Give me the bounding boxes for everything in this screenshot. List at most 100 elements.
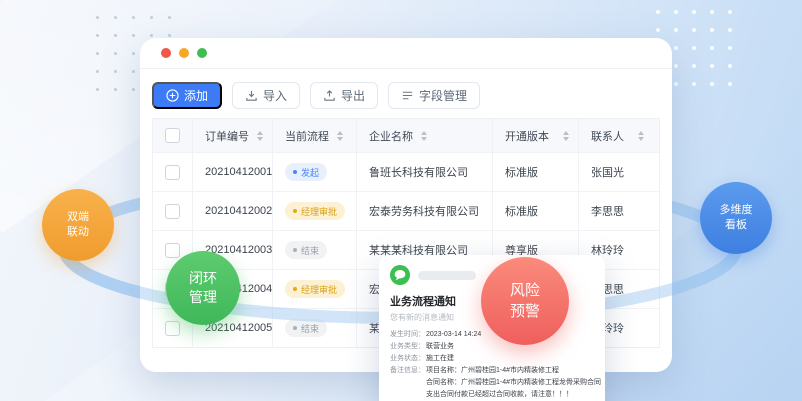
notification-field-row: 备注信息：项目名称：广州碧桂园1-4#市内精装修工程	[390, 365, 594, 377]
export-button-label: 导出	[341, 87, 365, 104]
status-badge: 经理审批	[285, 202, 345, 220]
decor-dot	[150, 16, 153, 19]
decor-dot	[710, 64, 714, 68]
decor-dot	[132, 88, 135, 91]
field-label	[390, 377, 426, 389]
status-badge: 结束	[285, 319, 327, 337]
table-row: 20210412002 经理审批 宏泰劳务科技有限公司 标准版 李思思	[153, 191, 659, 230]
column-header-order[interactable]: 订单编号	[193, 119, 273, 152]
decor-dot	[728, 28, 732, 32]
decor-dot	[710, 10, 714, 14]
sender-placeholder	[418, 271, 476, 280]
field-value: 2023-03-14 14:24	[426, 329, 481, 341]
sort-icon	[421, 131, 427, 141]
field-value: 施工在建	[426, 353, 454, 365]
decor-dot	[728, 10, 732, 14]
cell-version: 标准版	[493, 192, 579, 230]
sort-icon	[638, 131, 644, 141]
field-label	[390, 389, 426, 401]
decor-dot	[168, 16, 171, 19]
decor-dot	[674, 46, 678, 50]
notification-field-row: 支出合同付款已经超过合同收款，请注意！！！	[390, 389, 594, 401]
sort-icon	[563, 131, 569, 141]
decor-dot	[656, 10, 660, 14]
notification-field-row: 业务状态：施工在建	[390, 353, 594, 365]
notification-field-row: 合同名称：广州碧桂园1-4#市内精装修工程龙骨采购合同	[390, 377, 594, 389]
column-header-process[interactable]: 当前流程	[273, 119, 357, 152]
decor-dot	[728, 64, 732, 68]
cell-current-process: 发起	[273, 153, 357, 191]
add-button[interactable]: 添加	[152, 82, 222, 109]
table-row: 20210412001 发起 鲁班长科技有限公司 标准版 张国光	[153, 152, 659, 191]
feature-bubble-dual-link: 双端 联动	[42, 189, 114, 261]
notification-field-row: 业务类型：联营业务	[390, 341, 594, 353]
decor-dot	[114, 16, 117, 19]
cell-current-process: 结束	[273, 231, 357, 269]
decor-dot	[692, 28, 696, 32]
decor-dot	[132, 70, 135, 73]
status-dot-icon	[293, 170, 297, 174]
cell-order-number: 20210412001	[193, 153, 273, 191]
decor-dot	[132, 34, 135, 37]
sort-icon	[337, 131, 343, 141]
status-badge: 发起	[285, 163, 327, 181]
status-badge: 结束	[285, 241, 327, 259]
zoom-window-icon[interactable]	[197, 48, 207, 58]
notification-fields: 发生时间：2023-03-14 14:24业务类型：联营业务业务状态：施工在建备…	[390, 329, 594, 401]
field-value: 项目名称：广州碧桂园1-4#市内精装修工程	[426, 365, 559, 377]
status-dot-icon	[293, 248, 297, 252]
decor-dot	[674, 28, 678, 32]
decor-dot	[728, 82, 732, 86]
decor-dot	[96, 34, 99, 37]
column-header-version[interactable]: 开通版本	[493, 119, 579, 152]
cell-current-process: 经理审批	[273, 270, 357, 308]
decor-dot	[674, 10, 678, 14]
status-dot-icon	[293, 209, 297, 213]
row-checkbox[interactable]	[165, 243, 180, 258]
field-value: 支出合同付款已经超过合同收款，请注意！！！	[426, 389, 573, 401]
import-button-label: 导入	[263, 87, 287, 104]
table-header-row: 订单编号 当前流程 企业名称 开通版本 联系人	[153, 119, 659, 152]
status-dot-icon	[293, 326, 297, 330]
status-badge: 经理审批	[285, 280, 345, 298]
cell-current-process: 结束	[273, 309, 357, 347]
field-label: 发生时间：	[390, 329, 426, 341]
window-titlebar	[140, 38, 672, 69]
row-checkbox[interactable]	[165, 165, 180, 180]
decor-dot	[96, 16, 99, 19]
table-toolbar: 添加 导入 导出 字段管理	[140, 69, 672, 109]
plus-circle-icon	[166, 89, 179, 102]
select-all-checkbox[interactable]	[165, 128, 180, 143]
close-window-icon[interactable]	[161, 48, 171, 58]
field-label: 备注信息：	[390, 365, 426, 377]
cell-current-process: 经理审批	[273, 192, 357, 230]
status-dot-icon	[293, 287, 297, 291]
decor-dot	[656, 28, 660, 32]
decor-dot	[114, 70, 117, 73]
marketing-canvas: 添加 导入 导出 字段管理 订单编号 当前流程 企业名称 开通版本	[0, 0, 802, 401]
field-management-button-label: 字段管理	[419, 87, 467, 104]
minimize-window-icon[interactable]	[179, 48, 189, 58]
feature-bubble-closed-loop: 闭环 管理	[166, 251, 240, 325]
add-button-label: 添加	[184, 87, 208, 104]
field-management-button[interactable]: 字段管理	[388, 82, 480, 109]
decor-dot	[114, 52, 117, 55]
export-button[interactable]: 导出	[310, 82, 378, 109]
chat-message-icon	[390, 265, 410, 285]
row-checkbox[interactable]	[165, 321, 180, 336]
sort-icon	[257, 131, 263, 141]
cell-contact: 李思思	[579, 192, 659, 230]
import-button[interactable]: 导入	[232, 82, 300, 109]
decor-dot	[674, 82, 678, 86]
cell-contact: 张国光	[579, 153, 659, 191]
decor-dot	[674, 64, 678, 68]
decor-dot	[114, 88, 117, 91]
column-header-company[interactable]: 企业名称	[357, 119, 493, 152]
feature-bubble-risk-alert: 风险 预警	[481, 257, 569, 345]
decor-dot	[710, 82, 714, 86]
row-checkbox[interactable]	[165, 204, 180, 219]
column-header-contact[interactable]: 联系人	[579, 119, 659, 152]
decor-dot	[692, 82, 696, 86]
decor-dot	[96, 52, 99, 55]
decor-dot	[96, 70, 99, 73]
